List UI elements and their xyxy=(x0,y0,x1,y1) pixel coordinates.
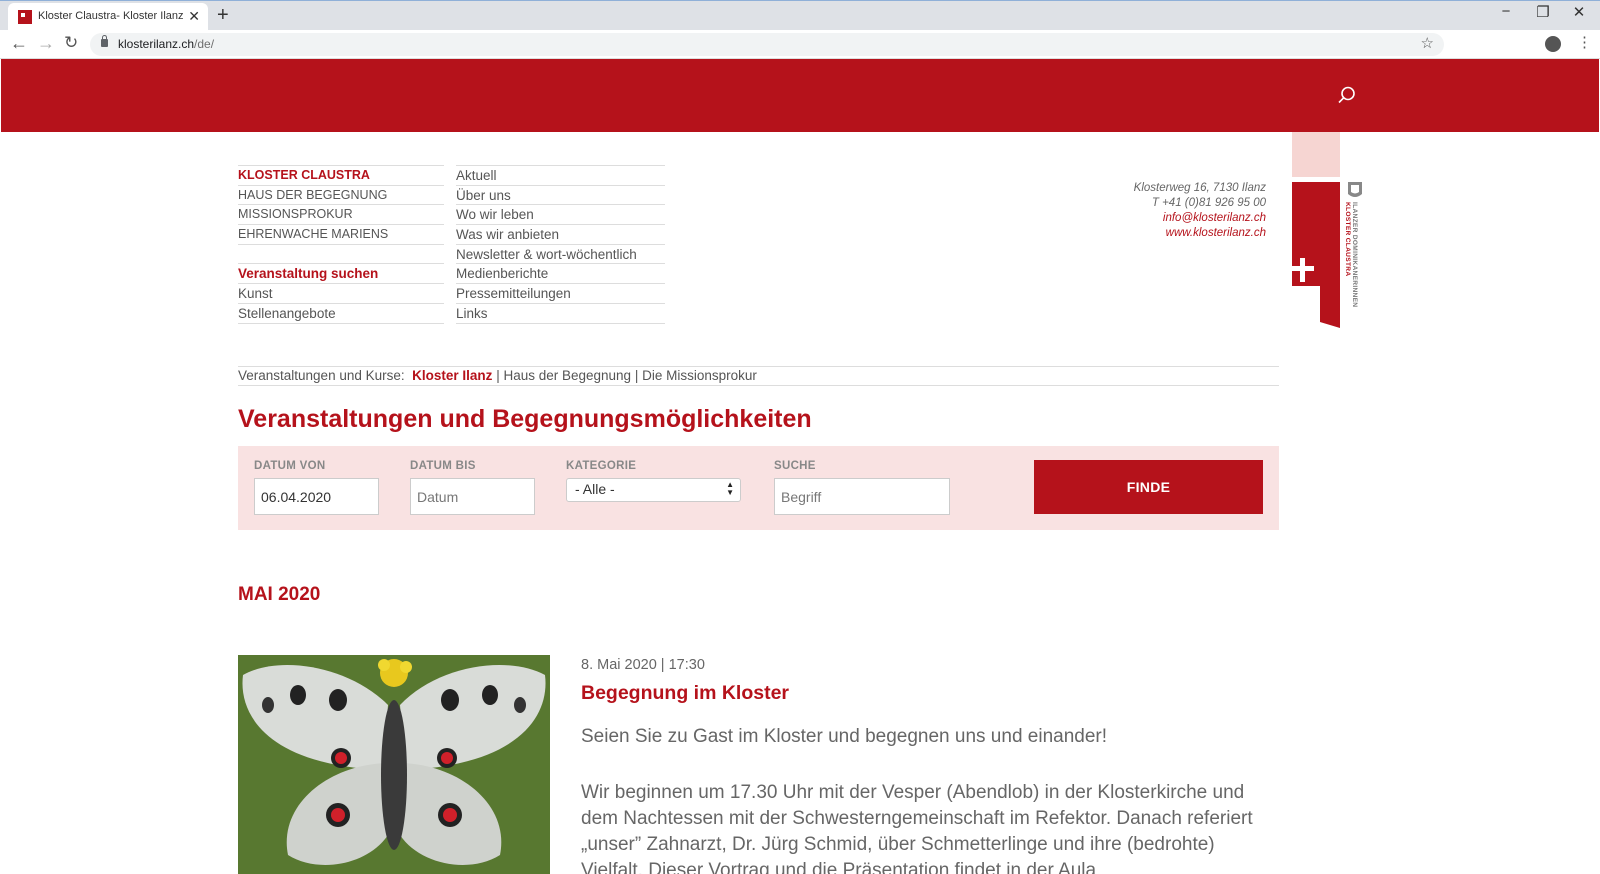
tab-close-icon[interactable]: ✕ xyxy=(188,8,200,25)
search-term-input[interactable] xyxy=(774,478,950,515)
nav-medienberichte[interactable]: Medienberichte xyxy=(456,263,665,283)
secondary-nav: Aktuell Über uns Wo wir leben Was wir an… xyxy=(456,165,665,324)
nav-veranstaltung-suchen[interactable]: Veranstaltung suchen xyxy=(238,263,444,283)
page-title: Veranstaltungen und Begegnungsmöglichkei… xyxy=(238,405,812,433)
category-selected-value: - Alle - xyxy=(575,481,615,497)
crumb-die-missionsprokur[interactable]: Die Missionsprokur xyxy=(642,368,757,383)
nav-pressemitteilungen[interactable]: Pressemitteilungen xyxy=(456,283,665,303)
new-tab-plus-icon[interactable]: + xyxy=(217,4,229,27)
category-label: KATEGORIE xyxy=(566,460,637,472)
url-text: klosterilanz.ch/de/ xyxy=(118,37,215,51)
browser-toolbar: ← → ↻ klosterilanz.ch/de/ ☆ ⋮ xyxy=(0,30,1600,59)
event-lead-text: Seien Sie zu Gast im Kloster und begegne… xyxy=(581,726,1108,747)
nav-haus-der-begegnung[interactable]: HAUS DER BEGEGNUNG xyxy=(238,184,444,205)
event-image-butterfly[interactable] xyxy=(238,655,550,874)
contact-web-link[interactable]: www.klosterilanz.ch xyxy=(1134,226,1266,241)
contact-block: Klosterweg 16, 7130 Ilanz T +41 (0)81 92… xyxy=(1134,181,1266,241)
month-heading: MAI 2020 xyxy=(238,584,321,605)
nav-kunst[interactable]: Kunst xyxy=(238,283,444,303)
svg-text:KLOSTER CLAUSTRA: KLOSTER CLAUSTRA xyxy=(1344,202,1351,276)
nav-newsletter[interactable]: Newsletter & wort-wöchentlich xyxy=(456,243,665,264)
forward-icon[interactable]: → xyxy=(37,33,55,54)
date-from-input[interactable] xyxy=(254,478,379,515)
window-close-icon[interactable]: ✕ xyxy=(1559,3,1599,21)
profile-icon[interactable] xyxy=(1545,36,1561,52)
reload-icon[interactable]: ↻ xyxy=(64,33,78,53)
primary-nav: KLOSTER CLAUSTRA HAUS DER BEGEGNUNG MISS… xyxy=(238,165,444,324)
nav-stellenangebote[interactable]: Stellenangebote xyxy=(238,302,444,323)
address-bar[interactable]: klosterilanz.ch/de/ ☆ xyxy=(90,33,1444,56)
category-select[interactable]: - Alle - ▲ ▼ xyxy=(566,478,741,502)
browser-tab[interactable]: Kloster Claustra- Kloster Ilanz ✕ xyxy=(8,3,208,31)
event-date: 8. Mai 2020 | 17:30 xyxy=(581,657,705,673)
menu-kebab-icon[interactable]: ⋮ xyxy=(1577,33,1592,51)
nav-missionsprokur[interactable]: MISSIONSPROKUR xyxy=(238,204,444,224)
nav-aktuell[interactable]: Aktuell xyxy=(456,165,665,185)
contact-address: Klosterweg 16, 7130 Ilanz xyxy=(1133,182,1266,194)
browser-tab-strip: Kloster Claustra- Kloster Ilanz ✕ + − ❐ … xyxy=(0,0,1600,31)
nav-wo-wir-leben[interactable]: Wo wir leben xyxy=(456,204,665,224)
contact-email-link[interactable]: info@klosterilanz.ch xyxy=(1134,211,1266,226)
site-favicon-icon xyxy=(18,10,32,24)
minimize-icon[interactable]: − xyxy=(1486,3,1526,20)
crumbs-prefix: Veranstaltungen und Kurse: xyxy=(238,368,405,383)
date-to-label: DATUM BIS xyxy=(410,460,476,472)
back-icon[interactable]: ← xyxy=(10,33,28,54)
contact-phone: T +41 (0)81 926 95 00 xyxy=(1151,197,1266,209)
crumb-haus-der-begegnung[interactable]: Haus der Begegnung xyxy=(503,368,631,383)
tab-title: Kloster Claustra- Kloster Ilanz xyxy=(38,10,184,22)
bookmark-star-icon[interactable]: ☆ xyxy=(1421,34,1434,52)
nav-ueber-uns[interactable]: Über uns xyxy=(456,184,665,205)
event-location-links: Veranstaltungen und Kurse: Kloster Ilanz… xyxy=(238,366,1279,386)
nav-spacer xyxy=(238,243,444,264)
nav-was-wir-anbieten[interactable]: Was wir anbieten xyxy=(456,224,665,244)
nav-ehrenwache-mariens[interactable]: EHRENWACHE MARIENS xyxy=(238,224,444,244)
kloster-claustra-logo[interactable]: ILANZER DOMINIKANERINNEN KLOSTER CLAUSTR… xyxy=(1292,182,1367,332)
search-label: SUCHE xyxy=(774,460,816,472)
svg-text:ILANZER DOMINIKANERINNEN: ILANZER DOMINIKANERINNEN xyxy=(1351,202,1358,307)
event-title-link[interactable]: Begegnung im Kloster xyxy=(581,682,789,705)
crumb-kloster-ilanz[interactable]: Kloster Ilanz xyxy=(412,368,492,383)
event-description: Wir beginnen um 17.30 Uhr mit der Vesper… xyxy=(581,782,1253,874)
lock-icon xyxy=(101,35,108,47)
nav-kloster-claustra[interactable]: KLOSTER CLAUSTRA xyxy=(238,165,444,185)
restore-icon[interactable]: ❐ xyxy=(1523,3,1563,21)
date-from-label: DATUM VON xyxy=(254,460,326,472)
site-header xyxy=(1,59,1599,132)
search-icon[interactable] xyxy=(1338,86,1356,104)
select-arrows-icon: ▲ ▼ xyxy=(726,480,734,497)
nav-links[interactable]: Links xyxy=(456,302,665,323)
event-filter-form: DATUM VON DATUM BIS KATEGORIE - Alle - ▲… xyxy=(238,446,1279,530)
find-button[interactable]: FINDE xyxy=(1034,460,1263,514)
date-to-input[interactable] xyxy=(410,478,535,515)
logo-accent-block xyxy=(1292,132,1340,177)
